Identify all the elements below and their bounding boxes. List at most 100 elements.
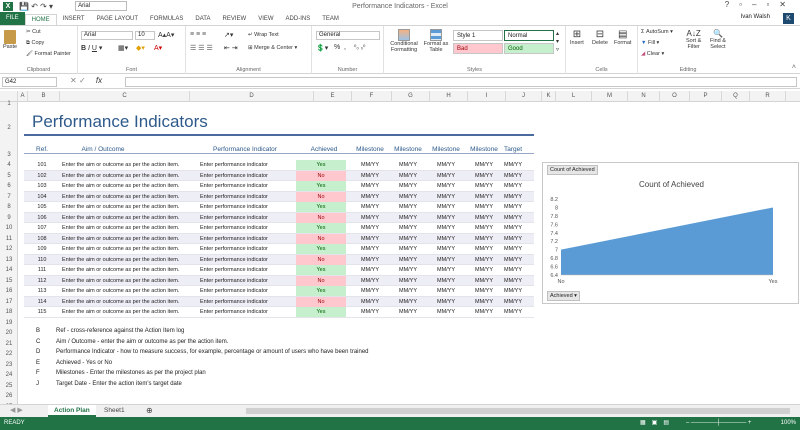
column-header[interactable]: J — [506, 91, 542, 102]
cell-ach[interactable]: No — [296, 212, 346, 223]
cell-m4[interactable]: MM/YY — [466, 286, 502, 297]
cell-ach[interactable]: Yes — [296, 307, 346, 317]
row-header[interactable]: 6 — [0, 181, 18, 192]
cell-ach[interactable]: No — [296, 233, 346, 244]
row-header[interactable]: 25 — [0, 381, 18, 392]
table-row[interactable]: 101 Enter the aim or outcome as per the a… — [24, 160, 534, 171]
cell-m3[interactable]: MM/YY — [428, 286, 464, 297]
cell-ach[interactable]: Yes — [296, 202, 346, 212]
row-header[interactable]: 5 — [0, 171, 18, 182]
cell-m2[interactable]: MM/YY — [390, 244, 426, 255]
cell-m4[interactable]: MM/YY — [466, 307, 502, 318]
tab-team[interactable]: TEAM — [316, 14, 345, 25]
cell-m1[interactable]: MM/YY — [352, 213, 388, 224]
row-header[interactable]: 15 — [0, 276, 18, 287]
column-header[interactable]: G — [392, 91, 430, 102]
cell-pi[interactable]: Enter performance indicator — [200, 234, 310, 245]
column-header[interactable]: O — [660, 91, 690, 102]
insert-cells-button[interactable]: ⊞ Insert — [570, 29, 584, 46]
cell-m3[interactable]: MM/YY — [428, 223, 464, 234]
cell-m4[interactable]: MM/YY — [466, 297, 502, 308]
cell-ach[interactable]: Yes — [296, 286, 346, 296]
column-header[interactable]: D — [190, 91, 314, 102]
cell-m4[interactable]: MM/YY — [466, 234, 502, 245]
cell-m3[interactable]: MM/YY — [428, 181, 464, 192]
zoom-level[interactable]: 100% — [781, 417, 796, 430]
cell-t[interactable]: MM/YY — [498, 223, 528, 234]
cell-ach[interactable]: No — [296, 275, 346, 286]
tab-add-ins[interactable]: ADD-INS — [280, 14, 317, 25]
percent-button[interactable]: % — [334, 44, 340, 51]
cell-m3[interactable]: MM/YY — [428, 234, 464, 245]
cell-t[interactable]: MM/YY — [498, 192, 528, 203]
horizontal-align-buttons[interactable]: ☰ ☰ ☰ — [190, 44, 213, 52]
column-header[interactable]: M — [592, 91, 628, 102]
column-header[interactable]: I — [468, 91, 506, 102]
cell-aim[interactable]: Enter the aim or outcome as per the acti… — [62, 307, 202, 318]
cell-m2[interactable]: MM/YY — [390, 171, 426, 182]
worksheet[interactable]: Performance Indicators Ref. Aim / Outcom… — [18, 102, 800, 404]
cell-m2[interactable]: MM/YY — [390, 297, 426, 308]
fill-color-icon[interactable]: ◆▾ — [136, 44, 145, 52]
row-header[interactable]: 21 — [0, 339, 18, 350]
cell-m2[interactable]: MM/YY — [390, 276, 426, 287]
cell-ach[interactable]: No — [296, 296, 346, 307]
bold-italic-underline-buttons[interactable]: B I U ▾ — [81, 44, 102, 52]
cell-pi[interactable]: Enter performance indicator — [200, 255, 310, 266]
column-header[interactable]: L — [556, 91, 592, 102]
format-painter-button[interactable]: 🖌 Format Painter — [26, 51, 71, 57]
sort-filter-button[interactable]: A↓Z Sort & Filter — [686, 29, 701, 50]
column-header[interactable]: E — [314, 91, 352, 102]
cell-aim[interactable]: Enter the aim or outcome as per the acti… — [62, 276, 202, 287]
cell-m4[interactable]: MM/YY — [466, 276, 502, 287]
row-header[interactable]: 22 — [0, 349, 18, 360]
borders-button[interactable]: ▦▾ — [118, 44, 128, 52]
cell-m1[interactable]: MM/YY — [352, 276, 388, 287]
cell-ref[interactable]: 103 — [32, 181, 52, 192]
column-header[interactable]: S — [786, 91, 800, 102]
cell-t[interactable]: MM/YY — [498, 265, 528, 276]
cell-m2[interactable]: MM/YY — [390, 160, 426, 171]
tab-insert[interactable]: INSERT — [57, 14, 91, 25]
cell-m2[interactable]: MM/YY — [390, 192, 426, 203]
window-controls[interactable]: ?▫–▫✕ — [725, 0, 796, 9]
cell-t[interactable]: MM/YY — [498, 307, 528, 318]
cell-t[interactable]: MM/YY — [498, 171, 528, 182]
cell-m4[interactable]: MM/YY — [466, 160, 502, 171]
copy-button[interactable]: ⧉ Copy — [26, 40, 44, 47]
cell-m2[interactable]: MM/YY — [390, 234, 426, 245]
cell-pi[interactable]: Enter performance indicator — [200, 276, 310, 287]
cell-aim[interactable]: Enter the aim or outcome as per the acti… — [62, 171, 202, 182]
cell-m1[interactable]: MM/YY — [352, 297, 388, 308]
font-color-icon[interactable]: A▾ — [154, 44, 162, 52]
format-cells-button[interactable]: ▤ Format — [614, 29, 631, 46]
tab-review[interactable]: REVIEW — [217, 14, 253, 25]
cell-t[interactable]: MM/YY — [498, 276, 528, 287]
table-row[interactable]: 108 Enter the aim or outcome as per the a… — [24, 233, 534, 245]
cell-ach[interactable]: Yes — [296, 160, 346, 170]
cell-m1[interactable]: MM/YY — [352, 223, 388, 234]
cell-m2[interactable]: MM/YY — [390, 265, 426, 276]
decimal-buttons[interactable]: ⁰₀ ₀⁰ — [354, 44, 365, 51]
tab-file[interactable]: FILE — [0, 12, 25, 25]
cell-ref[interactable]: 114 — [32, 297, 52, 308]
cell-aim[interactable]: Enter the aim or outcome as per the acti… — [62, 213, 202, 224]
cell-aim[interactable]: Enter the aim or outcome as per the acti… — [62, 265, 202, 276]
cell-m1[interactable]: MM/YY — [352, 307, 388, 318]
cell-m1[interactable]: MM/YY — [352, 244, 388, 255]
row-header[interactable]: 9 — [0, 213, 18, 224]
user-name[interactable]: Ivan Walsh — [741, 14, 770, 20]
cell-pi[interactable]: Enter performance indicator — [200, 223, 310, 234]
cell-m2[interactable]: MM/YY — [390, 286, 426, 297]
view-buttons[interactable]: ▦▣▤ — [640, 417, 675, 430]
collapse-ribbon-icon[interactable]: ˄ — [792, 64, 796, 71]
tab-view[interactable]: VIEW — [252, 14, 279, 25]
tab-data[interactable]: DATA — [189, 14, 216, 25]
table-row[interactable]: 106 Enter the aim or outcome as per the a… — [24, 212, 534, 224]
cell-ach[interactable]: Yes — [296, 223, 346, 233]
vertical-align-buttons[interactable]: ≡ ≡ ≡ — [190, 31, 206, 38]
cell-aim[interactable]: Enter the aim or outcome as per the acti… — [62, 160, 202, 171]
cell-m3[interactable]: MM/YY — [428, 244, 464, 255]
cell-pi[interactable]: Enter performance indicator — [200, 192, 310, 203]
cell-ref[interactable]: 107 — [32, 223, 52, 234]
